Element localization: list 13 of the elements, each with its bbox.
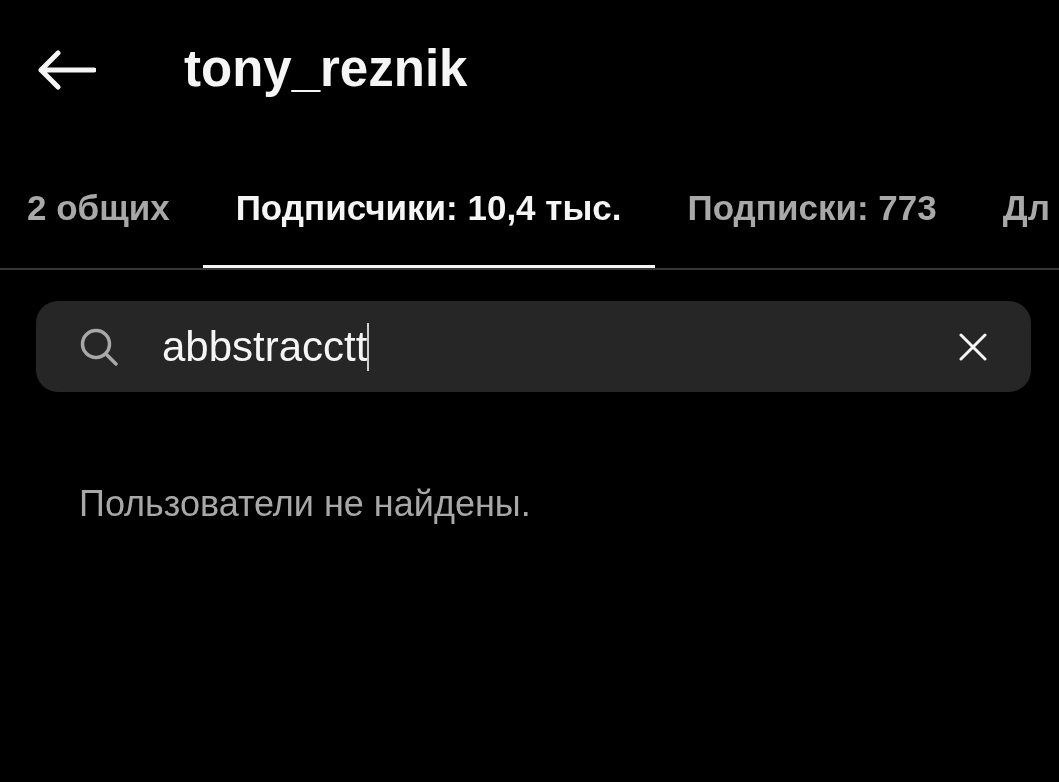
clear-button[interactable] bbox=[959, 332, 987, 361]
empty-results-message: Пользователи не найдены. bbox=[79, 483, 531, 525]
tab[interactable]: Подписчики: 10,4 тыс. bbox=[202, 168, 655, 268]
back-button[interactable] bbox=[38, 50, 96, 90]
profile-username: tony_reznik bbox=[184, 39, 468, 99]
back-arrow-icon bbox=[38, 50, 96, 90]
tab[interactable]: 2 общих bbox=[0, 168, 203, 268]
close-icon bbox=[959, 332, 987, 361]
search-icon bbox=[80, 327, 118, 366]
tab[interactable]: Подписки: 773 bbox=[654, 168, 970, 268]
tab[interactable]: Дл bbox=[969, 168, 1059, 268]
search-field[interactable]: abbstracctt bbox=[36, 301, 1031, 392]
search-query-text: abbstracctt bbox=[162, 322, 368, 371]
